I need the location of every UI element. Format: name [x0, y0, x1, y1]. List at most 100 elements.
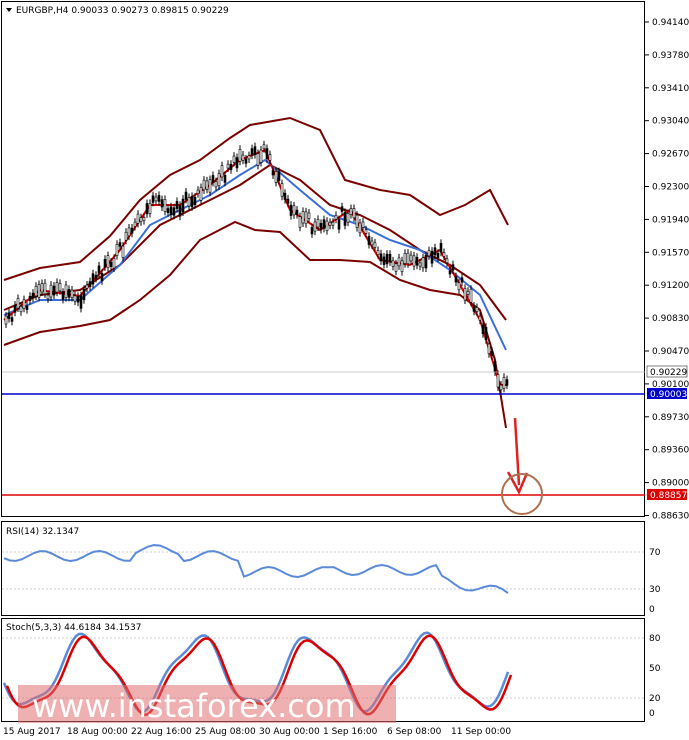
candle-body: [286, 198, 290, 204]
candle-body: [64, 284, 68, 298]
candle-body: [481, 324, 485, 335]
candle-body: [232, 155, 236, 163]
candle-body: [34, 285, 38, 297]
candle-body: [19, 306, 23, 313]
candle-body: [43, 282, 47, 295]
candle-body: [127, 227, 131, 237]
stoch-level-50-label: 50: [649, 664, 661, 674]
candle-body: [379, 253, 383, 262]
candle-body: [100, 272, 104, 282]
candle-body: [208, 179, 212, 193]
candle-body: [169, 206, 173, 215]
candle-body: [163, 199, 167, 212]
candle-body: [373, 242, 377, 248]
candle-body: [181, 198, 185, 213]
candle-body: [376, 250, 380, 255]
candle-body: [238, 149, 242, 162]
candle-body: [154, 196, 158, 202]
candle-body: [97, 265, 101, 274]
candle-body: [226, 163, 230, 169]
candle-body: [274, 171, 278, 183]
candle-body: [331, 221, 335, 226]
candle-body: [490, 350, 494, 356]
candle-body: [451, 264, 455, 271]
candle-body: [121, 245, 125, 258]
watermark-text: www.instaforex.com: [32, 687, 356, 725]
candle-body: [202, 179, 206, 191]
trading-chart[interactable]: EURGBP,H4 0.90033 0.90273 0.89815 0.9022…: [0, 0, 689, 740]
symbol-info: EURGBP,H4 0.90033 0.90273 0.89815 0.9022…: [16, 6, 229, 16]
candle-body: [298, 216, 302, 228]
candle-body: [148, 203, 152, 214]
price-tick-label: 0.89730: [652, 413, 689, 423]
candle-body: [52, 285, 56, 296]
candle-body: [67, 289, 71, 298]
candle-body: [58, 283, 62, 292]
price-tick-label: 0.91570: [652, 248, 689, 258]
candle-body: [322, 219, 326, 229]
candle-body: [244, 158, 248, 164]
candle-body: [280, 183, 284, 197]
candle-body: [367, 235, 371, 245]
target-price-text: 0.88857: [650, 491, 687, 501]
candle-body: [430, 250, 434, 264]
candle-body: [175, 201, 179, 209]
candle-body: [310, 227, 314, 235]
candle-body: [91, 273, 95, 285]
candle-body: [448, 270, 452, 275]
candle-body: [388, 253, 392, 263]
candle-body: [7, 312, 11, 319]
candle-body: [214, 181, 218, 188]
candle-body: [364, 229, 368, 234]
candle-body: [454, 276, 458, 283]
stoch-label: Stoch(5,3,3) 44.6184 34.1537: [6, 623, 141, 633]
candle-body: [40, 283, 44, 293]
rsi-level-70-label: 70: [649, 548, 661, 558]
candle-body: [271, 170, 275, 176]
candle-body: [262, 144, 266, 149]
candle-body: [79, 295, 83, 309]
candle-body: [172, 207, 176, 216]
support-price-text: 0.90003: [650, 390, 687, 400]
candle-body: [277, 171, 281, 181]
candle-body: [256, 153, 260, 166]
candle-body: [466, 290, 470, 295]
candle-body: [61, 291, 65, 300]
candle-body: [415, 256, 419, 266]
candle-body: [76, 296, 80, 303]
price-tick-label: 0.91940: [652, 215, 689, 225]
price-tick-label: 0.94140: [652, 18, 689, 28]
candle-body: [361, 221, 365, 228]
candle-body: [229, 163, 233, 171]
candle-body: [46, 294, 50, 300]
candle-body: [157, 195, 161, 202]
time-tick-label: 22 Aug 16:00: [131, 727, 192, 737]
candle-body: [397, 257, 401, 267]
candle-body: [241, 154, 245, 161]
time-tick-label: 25 Aug 08:00: [195, 727, 256, 737]
candle-body: [28, 295, 32, 301]
candle-body: [442, 252, 446, 257]
candle-body: [193, 197, 197, 206]
candle-body: [325, 220, 329, 231]
candle-body: [22, 299, 26, 309]
candle-body: [37, 284, 41, 298]
candle-body: [103, 259, 107, 268]
time-tick-label: 6 Sep 08:00: [387, 727, 442, 737]
candle-body: [505, 379, 509, 386]
candle-body: [49, 284, 53, 298]
candle-body: [502, 376, 506, 389]
candle-body: [340, 206, 344, 212]
candle-body: [160, 199, 164, 208]
candle-body: [250, 148, 254, 156]
candle-body: [85, 284, 89, 289]
price-tick-label: 0.93040: [652, 117, 689, 127]
candle-body: [289, 204, 293, 216]
candle-body: [433, 247, 437, 256]
candle-body: [418, 262, 422, 267]
price-tick-label: 0.93780: [652, 51, 689, 61]
candle-body: [106, 255, 110, 268]
price-tick-label: 0.92300: [652, 183, 689, 193]
candle-body: [382, 256, 386, 265]
stoch-level-20-label: 20: [649, 694, 661, 704]
